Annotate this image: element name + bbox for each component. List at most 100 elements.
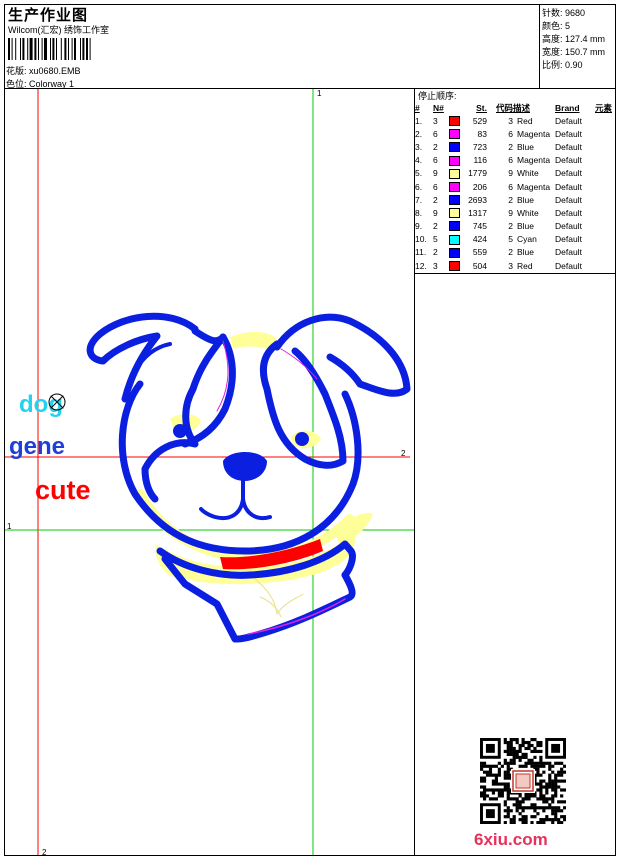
qr-module — [482, 779, 487, 783]
stitch-count-cell: 1779 — [468, 168, 487, 179]
qr-module — [503, 815, 507, 819]
qr-module — [524, 755, 528, 759]
guide-label: 2 — [42, 848, 47, 855]
qr-module — [536, 788, 540, 792]
needle-number: 6 — [433, 181, 438, 192]
qr-module — [488, 764, 493, 768]
qr-module — [548, 803, 552, 807]
qr-module — [503, 809, 507, 813]
qr-module — [551, 821, 555, 824]
qr-module — [480, 764, 484, 768]
qr-module — [506, 809, 510, 813]
qr-module — [512, 803, 516, 807]
qr-module — [563, 764, 566, 768]
qr-module — [533, 806, 537, 810]
qr-module — [521, 815, 525, 819]
row-index: 3. — [415, 141, 423, 152]
watermark: 6xiu.com — [474, 830, 548, 849]
qr-module — [482, 785, 487, 789]
qr-module — [539, 743, 543, 748]
qr-module — [509, 740, 513, 745]
qr-module — [554, 794, 558, 798]
qr-module — [554, 791, 558, 795]
qr-module — [518, 800, 522, 804]
qr-module — [497, 773, 501, 777]
qr-module — [509, 749, 513, 754]
qr-module — [554, 782, 558, 786]
qr-module — [554, 773, 558, 777]
stitch-count-cell: 559 — [472, 247, 487, 258]
qr-module — [554, 812, 558, 816]
qr-module — [480, 779, 484, 783]
qr-module — [503, 785, 507, 789]
qr-module — [509, 738, 513, 742]
needle-number: 6 — [433, 155, 438, 166]
qr-module — [548, 773, 552, 777]
qr-module — [509, 752, 513, 756]
qr-module — [536, 812, 540, 816]
qr-module — [524, 794, 528, 798]
qr-module — [521, 809, 525, 813]
qr-module — [560, 761, 564, 765]
qr-module — [554, 785, 558, 789]
qr-module — [506, 794, 510, 798]
word-gene: gene — [9, 433, 65, 460]
qr-module — [536, 740, 540, 745]
qr-module — [539, 797, 543, 801]
needle-number: 3 — [433, 115, 438, 126]
qr-module — [491, 797, 496, 801]
color-count: 颜色: 5 — [542, 21, 571, 31]
design-file: 花版: xu0680.EMB — [6, 66, 81, 76]
qr-module — [533, 738, 537, 742]
qr-module — [521, 800, 525, 804]
qr-module — [557, 821, 561, 824]
qr-module — [542, 770, 546, 774]
barcode-bar — [74, 38, 76, 60]
stitch-count-cell: 116 — [473, 155, 487, 166]
qr-module — [524, 764, 528, 768]
qr-module — [503, 770, 507, 774]
qr-module — [551, 770, 555, 774]
qr-module — [563, 779, 566, 783]
barcode-bar — [8, 38, 10, 60]
head-left — [141, 327, 227, 503]
qr-module — [524, 740, 528, 745]
qr-module — [539, 788, 543, 792]
qr-module — [542, 821, 546, 824]
qr-module — [521, 764, 525, 768]
qr-module — [539, 749, 543, 754]
qr-module — [536, 743, 540, 748]
qr-module — [494, 779, 498, 783]
brand-cell: Default — [555, 181, 582, 192]
qr-module — [563, 770, 566, 774]
barcode-bar — [34, 38, 37, 60]
color-description: White — [517, 207, 539, 218]
qr-module — [524, 821, 528, 824]
qr-module — [524, 818, 528, 822]
qr-module — [518, 794, 522, 798]
color-code-cell: 9 — [508, 168, 513, 179]
qr-module — [530, 803, 534, 807]
stitch-count-cell: 206 — [472, 181, 487, 192]
qr-module — [515, 738, 519, 742]
barcode-bar — [27, 38, 29, 60]
needle-number: 9 — [433, 207, 438, 218]
qr-module — [536, 761, 540, 765]
qr-module — [518, 743, 522, 748]
qr-module — [533, 749, 537, 754]
qr-module — [563, 788, 566, 792]
qr-module — [482, 770, 487, 774]
table-row: 2. 6 83 6 Magenta Default — [415, 127, 615, 140]
qr-module — [506, 773, 510, 777]
color-swatch — [449, 195, 460, 206]
qr-module — [560, 788, 564, 792]
qr-module — [533, 794, 537, 798]
qr-module — [560, 815, 564, 819]
qr-module — [551, 785, 555, 789]
needle-number: 5 — [433, 234, 438, 245]
qr-module — [542, 818, 546, 822]
qr-module — [539, 791, 543, 795]
color-swatch — [449, 168, 460, 179]
qr-module — [494, 797, 498, 801]
header-divider — [539, 4, 540, 88]
